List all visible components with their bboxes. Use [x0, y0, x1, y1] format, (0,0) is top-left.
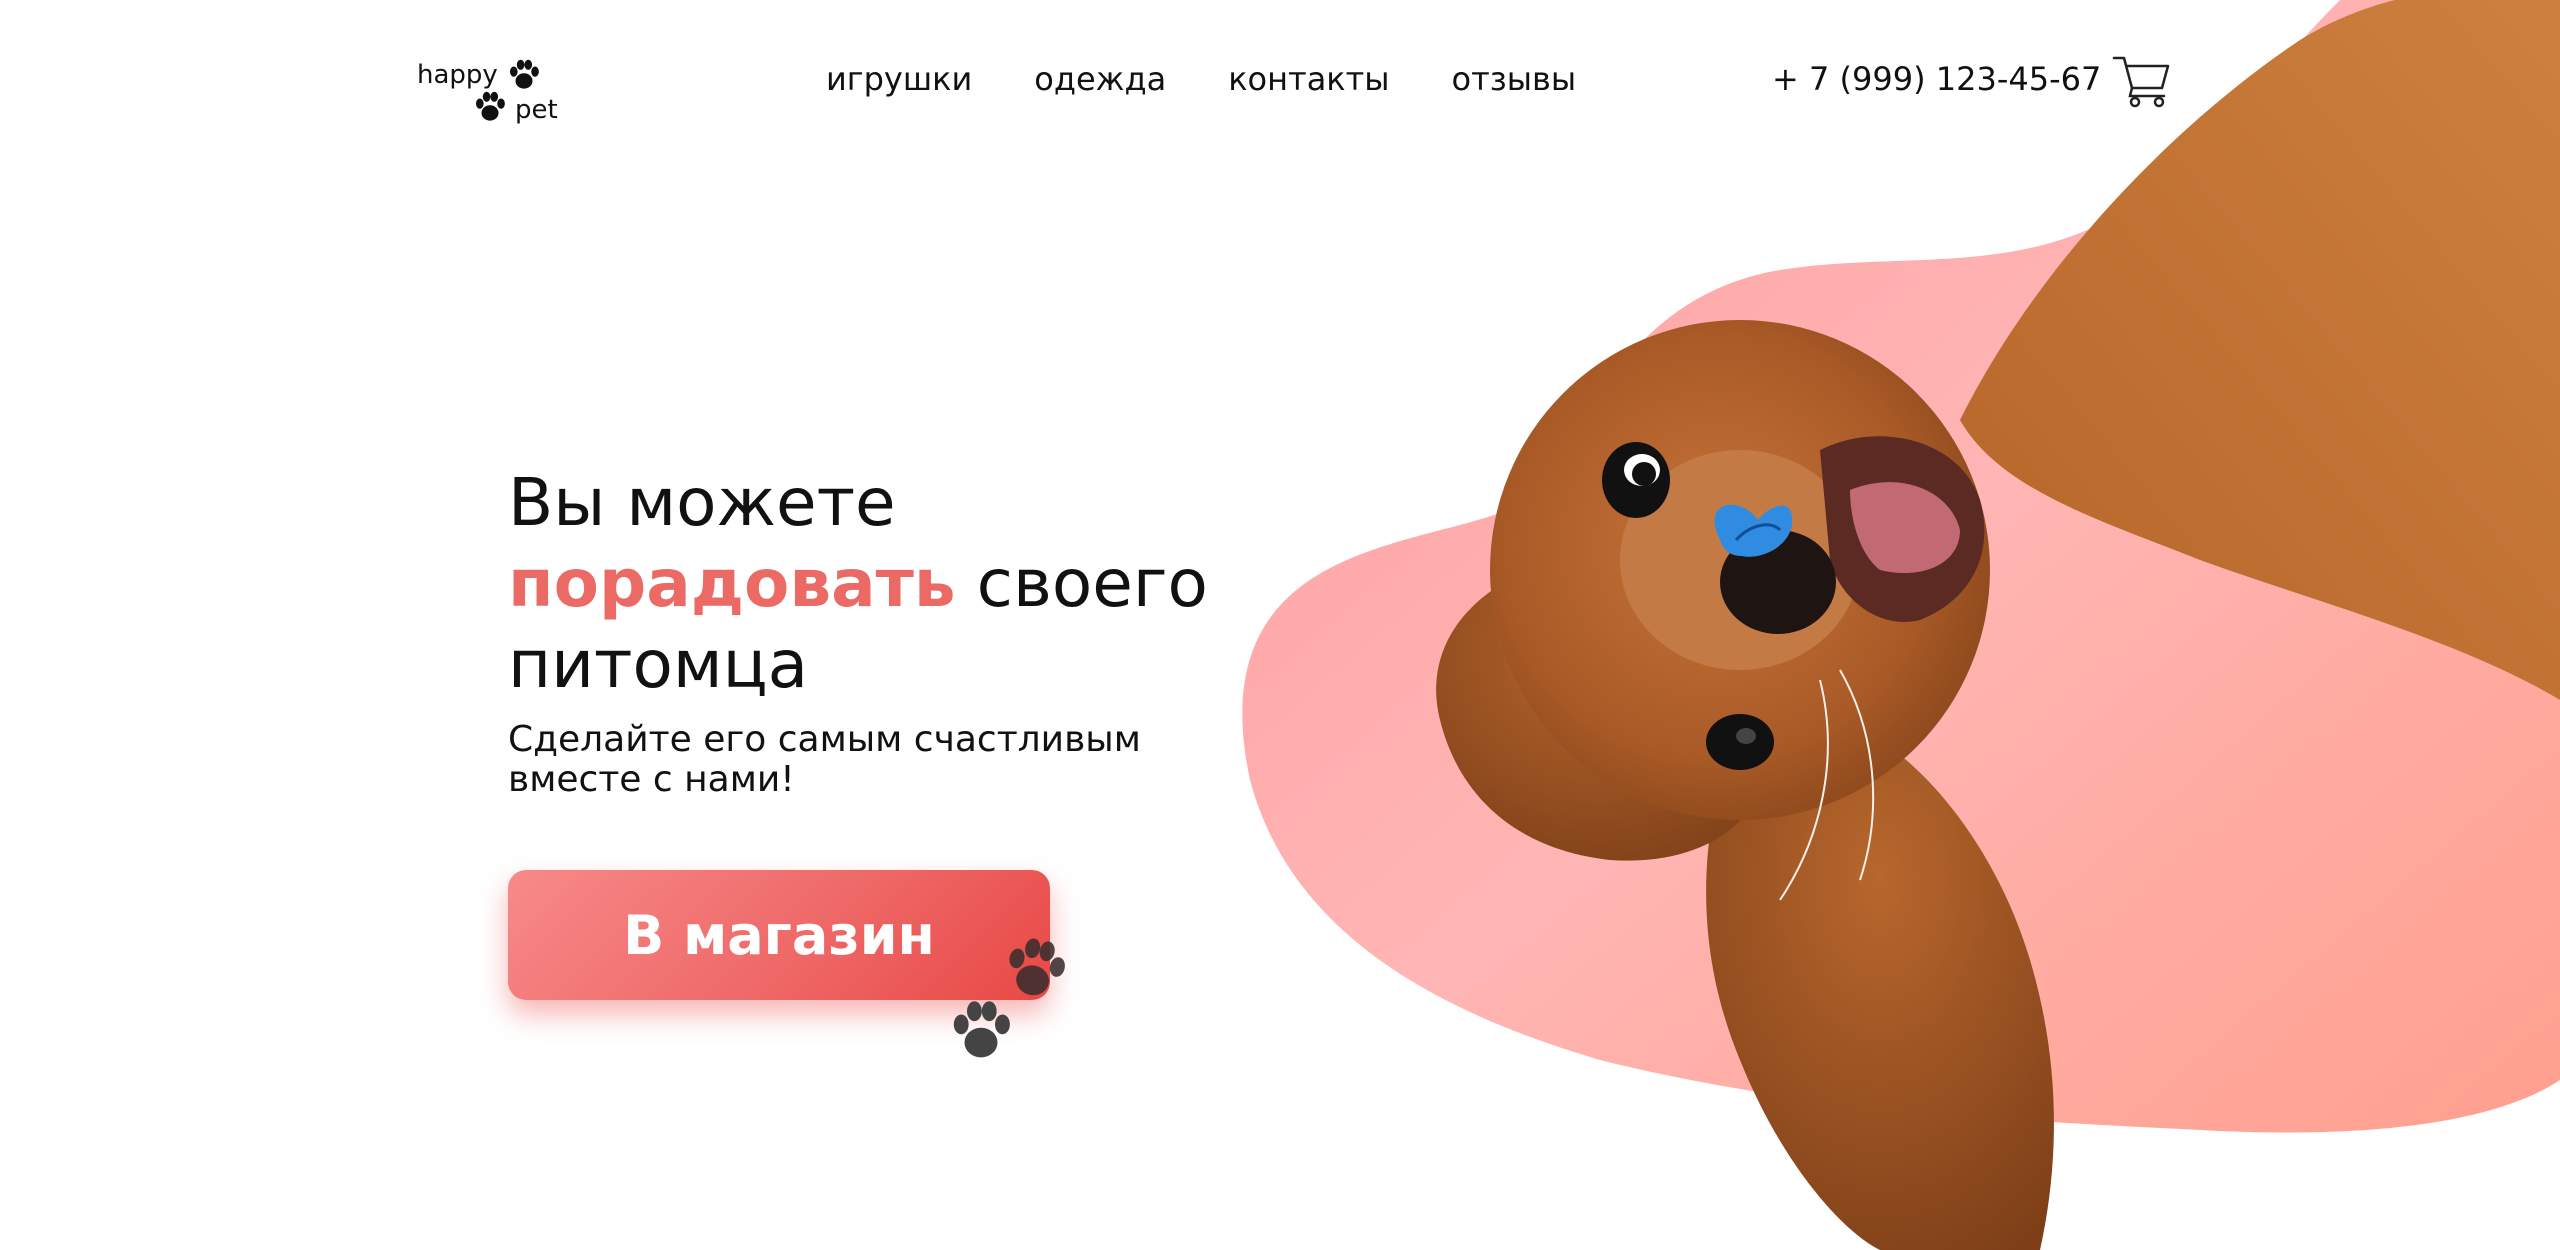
hero-headline: Вы можете порадовать своего питомца [508, 462, 1268, 705]
phone-number[interactable]: + 7 (999) 123-45-67 [1772, 60, 2101, 98]
dog-eye [1602, 442, 1670, 518]
paw-icon [953, 1001, 1010, 1058]
headline-accent-word: порадовать [508, 545, 956, 622]
paw-icon [1009, 938, 1065, 996]
dog-eye [1706, 714, 1774, 770]
nav-link-reviews[interactable]: отзывы [1452, 60, 1577, 98]
landing-page: happy pet игрушки одежда контакты отзывы [0, 0, 2560, 1250]
logo[interactable]: happy pet [415, 52, 575, 132]
hero-subtitle: Сделайте его самым счастливым вместе с на… [508, 720, 1228, 800]
headline-line-2-rest: своего [955, 545, 1208, 622]
subtitle-line-1: Сделайте его самым счастливым [508, 719, 1141, 760]
paw-icon [509, 59, 539, 89]
logo-word-happy: happy [417, 60, 498, 90]
site-header: happy pet игрушки одежда контакты отзывы [0, 0, 2560, 160]
cart-icon[interactable] [2112, 52, 2170, 108]
nav-link-toys[interactable]: игрушки [826, 60, 972, 98]
logo-word-pet: pet [515, 95, 558, 125]
nav-link-clothes[interactable]: одежда [1034, 60, 1166, 98]
main-nav: игрушки одежда контакты отзывы [826, 60, 1576, 98]
nav-link-contacts[interactable]: контакты [1228, 60, 1389, 98]
headline-line-3: питомца [508, 626, 809, 703]
headline-line-1: Вы можете [508, 464, 896, 541]
subtitle-line-2: вместе с нами! [508, 759, 795, 800]
paw-icon [475, 91, 505, 121]
shop-button[interactable]: В магазин [508, 870, 1050, 1000]
hero-illustration [1242, 0, 2560, 1250]
